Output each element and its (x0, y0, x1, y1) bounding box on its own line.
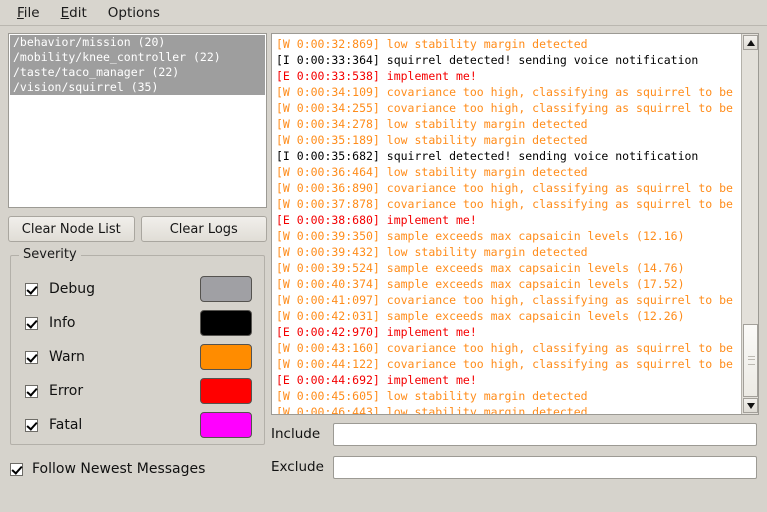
log-line: [W 0:00:36:464] low stability margin det… (276, 165, 588, 179)
severity-color-swatch-info[interactable] (200, 310, 252, 336)
severity-label-info: Info (49, 315, 76, 331)
clear-logs-button[interactable]: Clear Logs (140, 216, 267, 242)
log-line: [W 0:00:42:031] sample exceeds max capsa… (276, 309, 685, 323)
follow-newest-messages-row[interactable]: Follow Newest Messages (10, 461, 205, 477)
log-line: [I 0:00:33:364] squirrel detected! sendi… (276, 53, 699, 67)
severity-groupbox: Severity Debug Info Warn Error Fatal (10, 247, 265, 445)
log-line: [W 0:00:35:189] low stability margin det… (276, 133, 588, 147)
follow-newest-checkbox[interactable] (10, 462, 23, 476)
log-line: [I 0:00:35:682] squirrel detected! sendi… (276, 149, 699, 163)
severity-row-debug: Debug (25, 276, 252, 302)
severity-color-swatch-warn[interactable] (200, 344, 252, 370)
log-line: [W 0:00:34:278] low stability margin det… (276, 117, 588, 131)
severity-checkbox-info[interactable] (25, 316, 38, 330)
severity-row-warn: Warn (25, 344, 252, 370)
log-line: [W 0:00:36:890] covariance too high, cla… (276, 181, 740, 195)
node-list-item[interactable]: /mobility/knee_controller (22) (10, 50, 265, 65)
severity-row-error: Error (25, 378, 252, 404)
log-line: [W 0:00:45:605] low stability margin det… (276, 389, 588, 403)
severity-label-error: Error (49, 383, 84, 399)
menu-item-file[interactable]: File (7, 3, 51, 23)
log-line: [W 0:00:37:878] covariance too high, cla… (276, 197, 740, 211)
scrollbar-thumb[interactable] (743, 324, 758, 397)
menu-item-edit[interactable]: Edit (51, 3, 98, 23)
severity-row-info: Info (25, 310, 252, 336)
severity-checkbox-error[interactable] (25, 384, 38, 398)
log-line: [W 0:00:43:160] covariance too high, cla… (276, 341, 740, 355)
severity-color-swatch-fatal[interactable] (200, 412, 252, 438)
severity-checkbox-warn[interactable] (25, 350, 38, 364)
severity-label-debug: Debug (49, 281, 96, 297)
scroll-up-button[interactable] (743, 35, 758, 50)
severity-checkbox-fatal[interactable] (25, 418, 38, 432)
log-line: [W 0:00:39:350] sample exceeds max capsa… (276, 229, 685, 243)
severity-group-title: Severity (19, 247, 81, 262)
log-line: [E 0:00:38:680] implement me! (276, 213, 477, 227)
exclude-input[interactable] (333, 455, 757, 479)
chevron-down-icon (747, 403, 755, 409)
exclude-label: Exclude (271, 459, 324, 475)
include-input[interactable] (333, 422, 757, 446)
include-filter-row: Include (271, 422, 757, 446)
clear-node-list-button[interactable]: Clear Node List (8, 216, 135, 242)
node-list[interactable]: /behavior/mission (20)/mobility/knee_con… (8, 33, 267, 208)
chevron-up-icon (747, 40, 755, 46)
log-line: [W 0:00:34:255] covariance too high, cla… (276, 101, 740, 115)
log-viewer-window: File Edit Options /behavior/mission (20)/m… (0, 0, 767, 512)
log-lines-container: [W 0:00:32:869] low stability margin det… (272, 36, 740, 415)
exclude-filter-row: Exclude (271, 455, 757, 479)
scroll-down-button[interactable] (743, 398, 758, 413)
severity-label-warn: Warn (49, 349, 85, 365)
log-line: [W 0:00:39:432] low stability margin det… (276, 245, 588, 259)
severity-label-fatal: Fatal (49, 417, 83, 433)
log-line: [W 0:00:40:374] sample exceeds max capsa… (276, 277, 685, 291)
severity-color-swatch-debug[interactable] (200, 276, 252, 302)
log-line: [W 0:00:41:097] covariance too high, cla… (276, 293, 740, 307)
severity-checkbox-debug[interactable] (25, 282, 38, 296)
log-scrollbar[interactable] (741, 34, 758, 414)
node-list-item[interactable]: /taste/taco_manager (22) (10, 65, 265, 80)
log-line: [W 0:00:46:443] low stability margin det… (276, 405, 588, 415)
severity-row-fatal: Fatal (25, 412, 252, 438)
node-list-item[interactable]: /behavior/mission (20) (10, 35, 265, 50)
log-line: [W 0:00:32:869] low stability margin det… (276, 37, 588, 51)
log-line: [W 0:00:34:109] covariance too high, cla… (276, 85, 740, 99)
log-line: [E 0:00:33:538] implement me! (276, 69, 477, 83)
severity-color-swatch-error[interactable] (200, 378, 252, 404)
menu-bar: File Edit Options (0, 0, 767, 26)
log-line: [W 0:00:44:122] covariance too high, cla… (276, 357, 740, 371)
log-line: [W 0:00:39:524] sample exceeds max capsa… (276, 261, 685, 275)
log-line: [E 0:00:44:692] implement me! (276, 373, 477, 387)
follow-newest-label: Follow Newest Messages (32, 461, 206, 477)
node-buttons-row: Clear Node List Clear Logs (8, 216, 267, 242)
menu-item-options[interactable]: Options (98, 3, 171, 23)
scrollbar-grip-icon (748, 356, 755, 365)
log-line: [E 0:00:42:970] implement me! (276, 325, 477, 339)
node-list-item[interactable]: /vision/squirrel (35) (10, 80, 265, 95)
include-label: Include (271, 426, 321, 442)
log-output-pane[interactable]: [W 0:00:32:869] low stability margin det… (271, 33, 759, 415)
